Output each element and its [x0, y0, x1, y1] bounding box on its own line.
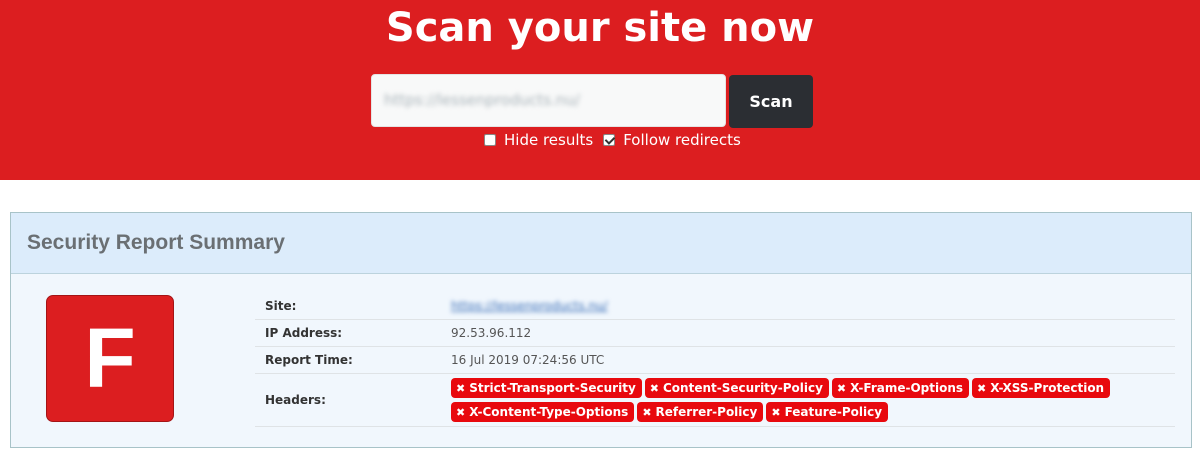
site-label: Site: [265, 299, 297, 313]
header-badge-label: Referrer-Policy [655, 405, 758, 419]
report-title: Security Report Summary [27, 231, 285, 254]
table-row-site: Site: https://lessenproducts.nu/ [255, 293, 1175, 320]
header-badge-label: Content-Security-Policy [662, 381, 823, 395]
ip-value: 92.53.96.112 [451, 326, 532, 340]
ip-label: IP Address: [265, 326, 343, 340]
header-badge-label: X-Frame-Options [850, 381, 964, 395]
card-header: Security Report Summary [11, 213, 1191, 274]
header-badge: ✖ Referrer-Policy [637, 402, 764, 422]
x-mark-icon: ✖ [649, 381, 659, 395]
x-mark-icon: ✖ [456, 405, 466, 419]
scan-button[interactable]: Scan [729, 75, 813, 128]
site-link[interactable]: https://lessenproducts.nu/ [451, 299, 608, 313]
header-badge-label: Feature-Policy [784, 405, 883, 419]
report-time-value: 16 Jul 2019 07:24:56 UTC [451, 353, 605, 367]
header-badge-label: Strict-Transport-Security [469, 381, 636, 395]
hide-results-label[interactable]: Hide results [504, 131, 593, 149]
x-mark-icon: ✖ [771, 405, 781, 419]
header-badge: ✖ Strict-Transport-Security [451, 378, 642, 398]
url-input[interactable] [371, 74, 726, 127]
header-badge: ✖ X-Content-Type-Options [451, 402, 635, 422]
report-time-label: Report Time: [265, 353, 353, 367]
grade-badge: F [46, 295, 174, 422]
report-info-table: Site: https://lessenproducts.nu/ IP Addr… [255, 293, 1175, 427]
x-mark-icon: ✖ [836, 381, 847, 395]
header-badge: ✖ Feature-Policy [766, 402, 889, 422]
follow-redirects-label[interactable]: Follow redirects [623, 131, 741, 149]
header-badge: ✖ Content-Security-Policy [644, 378, 829, 398]
x-mark-icon: ✖ [456, 381, 466, 395]
header-badge: ✖ X-XSS-Protection [972, 378, 1111, 398]
follow-redirects-checkbox[interactable] [603, 134, 616, 146]
scan-hero: Scan your site now https://lessenproduct… [0, 0, 1200, 180]
page-title: Scan your site now [385, 5, 815, 51]
header-badge-label: X-XSS-Protection [990, 381, 1105, 395]
header-badge-list: ✖ Strict-Transport-Security ✖ Content-Secur… [451, 378, 1111, 422]
x-mark-icon: ✖ [977, 381, 987, 395]
headers-label: Headers: [265, 393, 326, 407]
table-row-time: Report Time: 16 Jul 2019 07:24:56 UTC [255, 347, 1175, 374]
header-badge-label: X-Content-Type-Options [469, 405, 629, 419]
header-badge: ✖ X-Frame-Options [831, 378, 970, 398]
security-report-card: Security Report Summary F Site: https://… [10, 212, 1192, 448]
x-mark-icon: ✖ [642, 405, 652, 419]
table-row-headers: Headers: ✖ Strict-Transport-Security ✖ Cont… [255, 374, 1175, 427]
grade-letter: F [84, 311, 136, 405]
scan-options: Hide results Follow redirects [484, 130, 751, 150]
hide-results-checkbox[interactable] [484, 134, 496, 146]
table-row-ip: IP Address: 92.53.96.112 [255, 320, 1175, 347]
